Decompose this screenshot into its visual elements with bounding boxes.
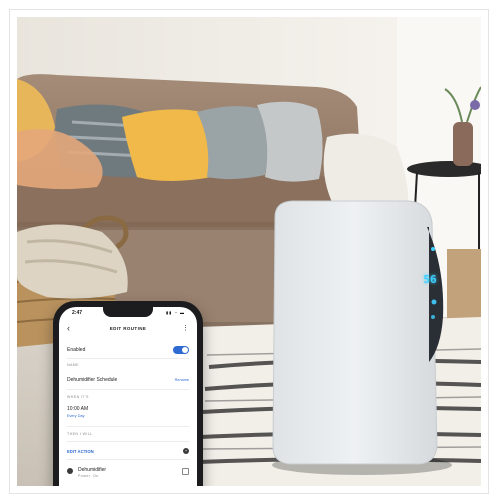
divider [67,426,189,427]
enabled-toggle[interactable] [173,346,189,354]
schedule-time[interactable]: 10:00 AM Every Day [67,406,189,418]
image-frame: 56 2:47 ▮▮ ◔ ▬ ‹ EDIT ROUTINE ⋮ Enabled … [9,9,489,494]
edit-action-button[interactable]: EDIT ACTION [67,449,94,454]
divider [67,441,189,442]
action-item[interactable]: Dehumidifier Power: On [67,467,189,478]
then-section-label: THEN I WILL [67,432,93,436]
schedule-repeat: Every Day [67,414,85,418]
schedule-time-value: 10:00 AM [67,406,89,412]
product-photo: 56 2:47 ▮▮ ◔ ▬ ‹ EDIT ROUTINE ⋮ Enabled … [17,17,481,486]
name-section-label: NAME [67,363,79,367]
name-row[interactable]: Dehumidifier Schedule Rename [67,377,189,383]
edit-action-row[interactable]: EDIT ACTION + [67,448,189,455]
vase [453,122,473,166]
phone-notch [103,307,153,317]
more-icon[interactable]: ⋮ [182,324,189,332]
humidity-display: 56 [423,273,437,286]
crate [447,249,481,319]
phone-screen: 2:47 ▮▮ ◔ ▬ ‹ EDIT ROUTINE ⋮ Enabled NAM… [59,307,197,486]
action-device: Dehumidifier [78,467,107,473]
smartphone: 2:47 ▮▮ ◔ ▬ ‹ EDIT ROUTINE ⋮ Enabled NAM… [53,301,203,486]
divider [67,459,189,460]
when-section-label: WHEN IT'S [67,395,89,399]
enabled-label: Enabled [67,347,86,353]
screen-title: EDIT ROUTINE [109,326,147,331]
routine-name: Dehumidifier Schedule [67,377,118,383]
action-detail: Power: On [78,474,99,478]
add-icon[interactable]: + [183,448,189,454]
nav-bar: ‹ EDIT ROUTINE ⋮ [59,323,197,337]
light-pillow [257,101,323,182]
rename-link[interactable]: Rename [175,378,189,382]
status-icons: ▮▮ ◔ ▬ [165,310,185,315]
power-icon [67,468,73,474]
divider [67,358,189,359]
enabled-row: Enabled [67,346,189,354]
delete-icon[interactable] [182,468,189,475]
dehumidifier [272,200,438,465]
divider [67,389,189,390]
status-time: 2:47 [72,310,83,316]
